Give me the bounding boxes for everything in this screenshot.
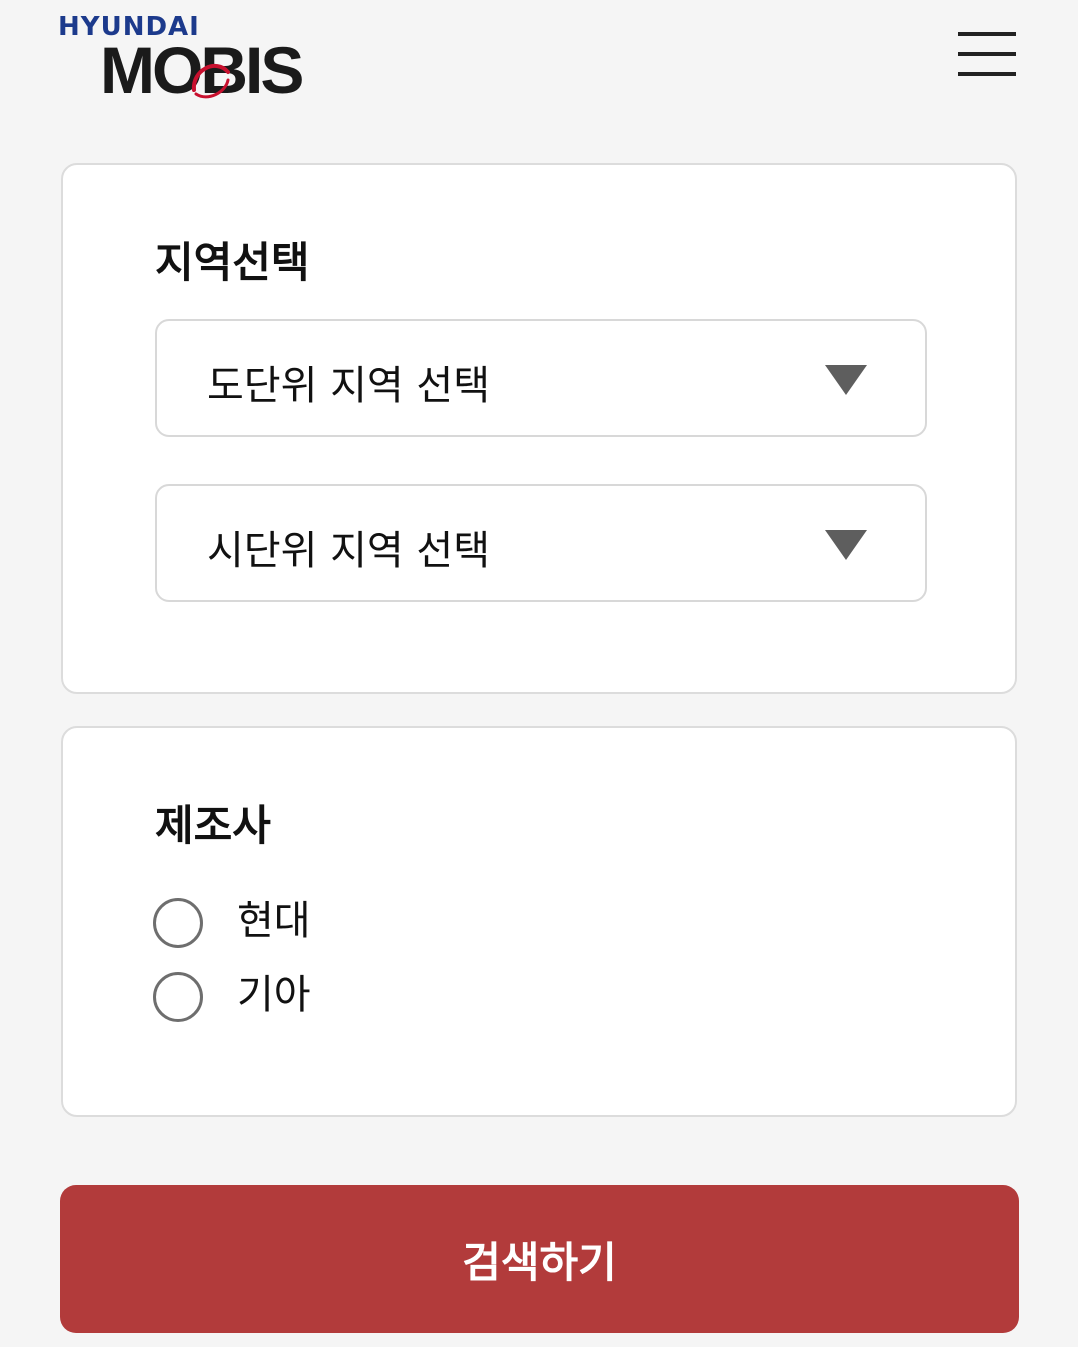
manufacturer-card: 제조사 현대 기아 bbox=[61, 726, 1017, 1117]
city-select[interactable]: 시단위 지역 선택 bbox=[155, 484, 927, 602]
radio-label-kia: 기아 bbox=[237, 972, 311, 1018]
province-select-value: 도단위 지역 선택 bbox=[207, 363, 491, 409]
province-select[interactable]: 도단위 지역 선택 bbox=[155, 319, 927, 437]
radio-label-hyundai: 현대 bbox=[237, 898, 311, 944]
search-button[interactable]: 검색하기 bbox=[60, 1185, 1019, 1333]
logo-swirl-icon bbox=[191, 64, 230, 99]
region-select-card: 지역선택 도단위 지역 선택 시단위 지역 선택 bbox=[61, 163, 1017, 694]
hyundai-mobis-logo[interactable]: HYUNDAI MOBIS bbox=[58, 10, 318, 110]
radio-button-kia[interactable] bbox=[153, 972, 203, 1022]
region-section-title: 지역선택 bbox=[155, 238, 310, 287]
app-header: HYUNDAI MOBIS bbox=[0, 0, 1078, 140]
dropdown-triangle-icon bbox=[825, 365, 867, 395]
radio-button-hyundai[interactable] bbox=[153, 898, 203, 948]
hamburger-menu-icon[interactable] bbox=[952, 28, 1022, 84]
manufacturer-section-title: 제조사 bbox=[155, 801, 271, 850]
dropdown-triangle-icon bbox=[825, 530, 867, 560]
city-select-value: 시단위 지역 선택 bbox=[207, 528, 491, 574]
